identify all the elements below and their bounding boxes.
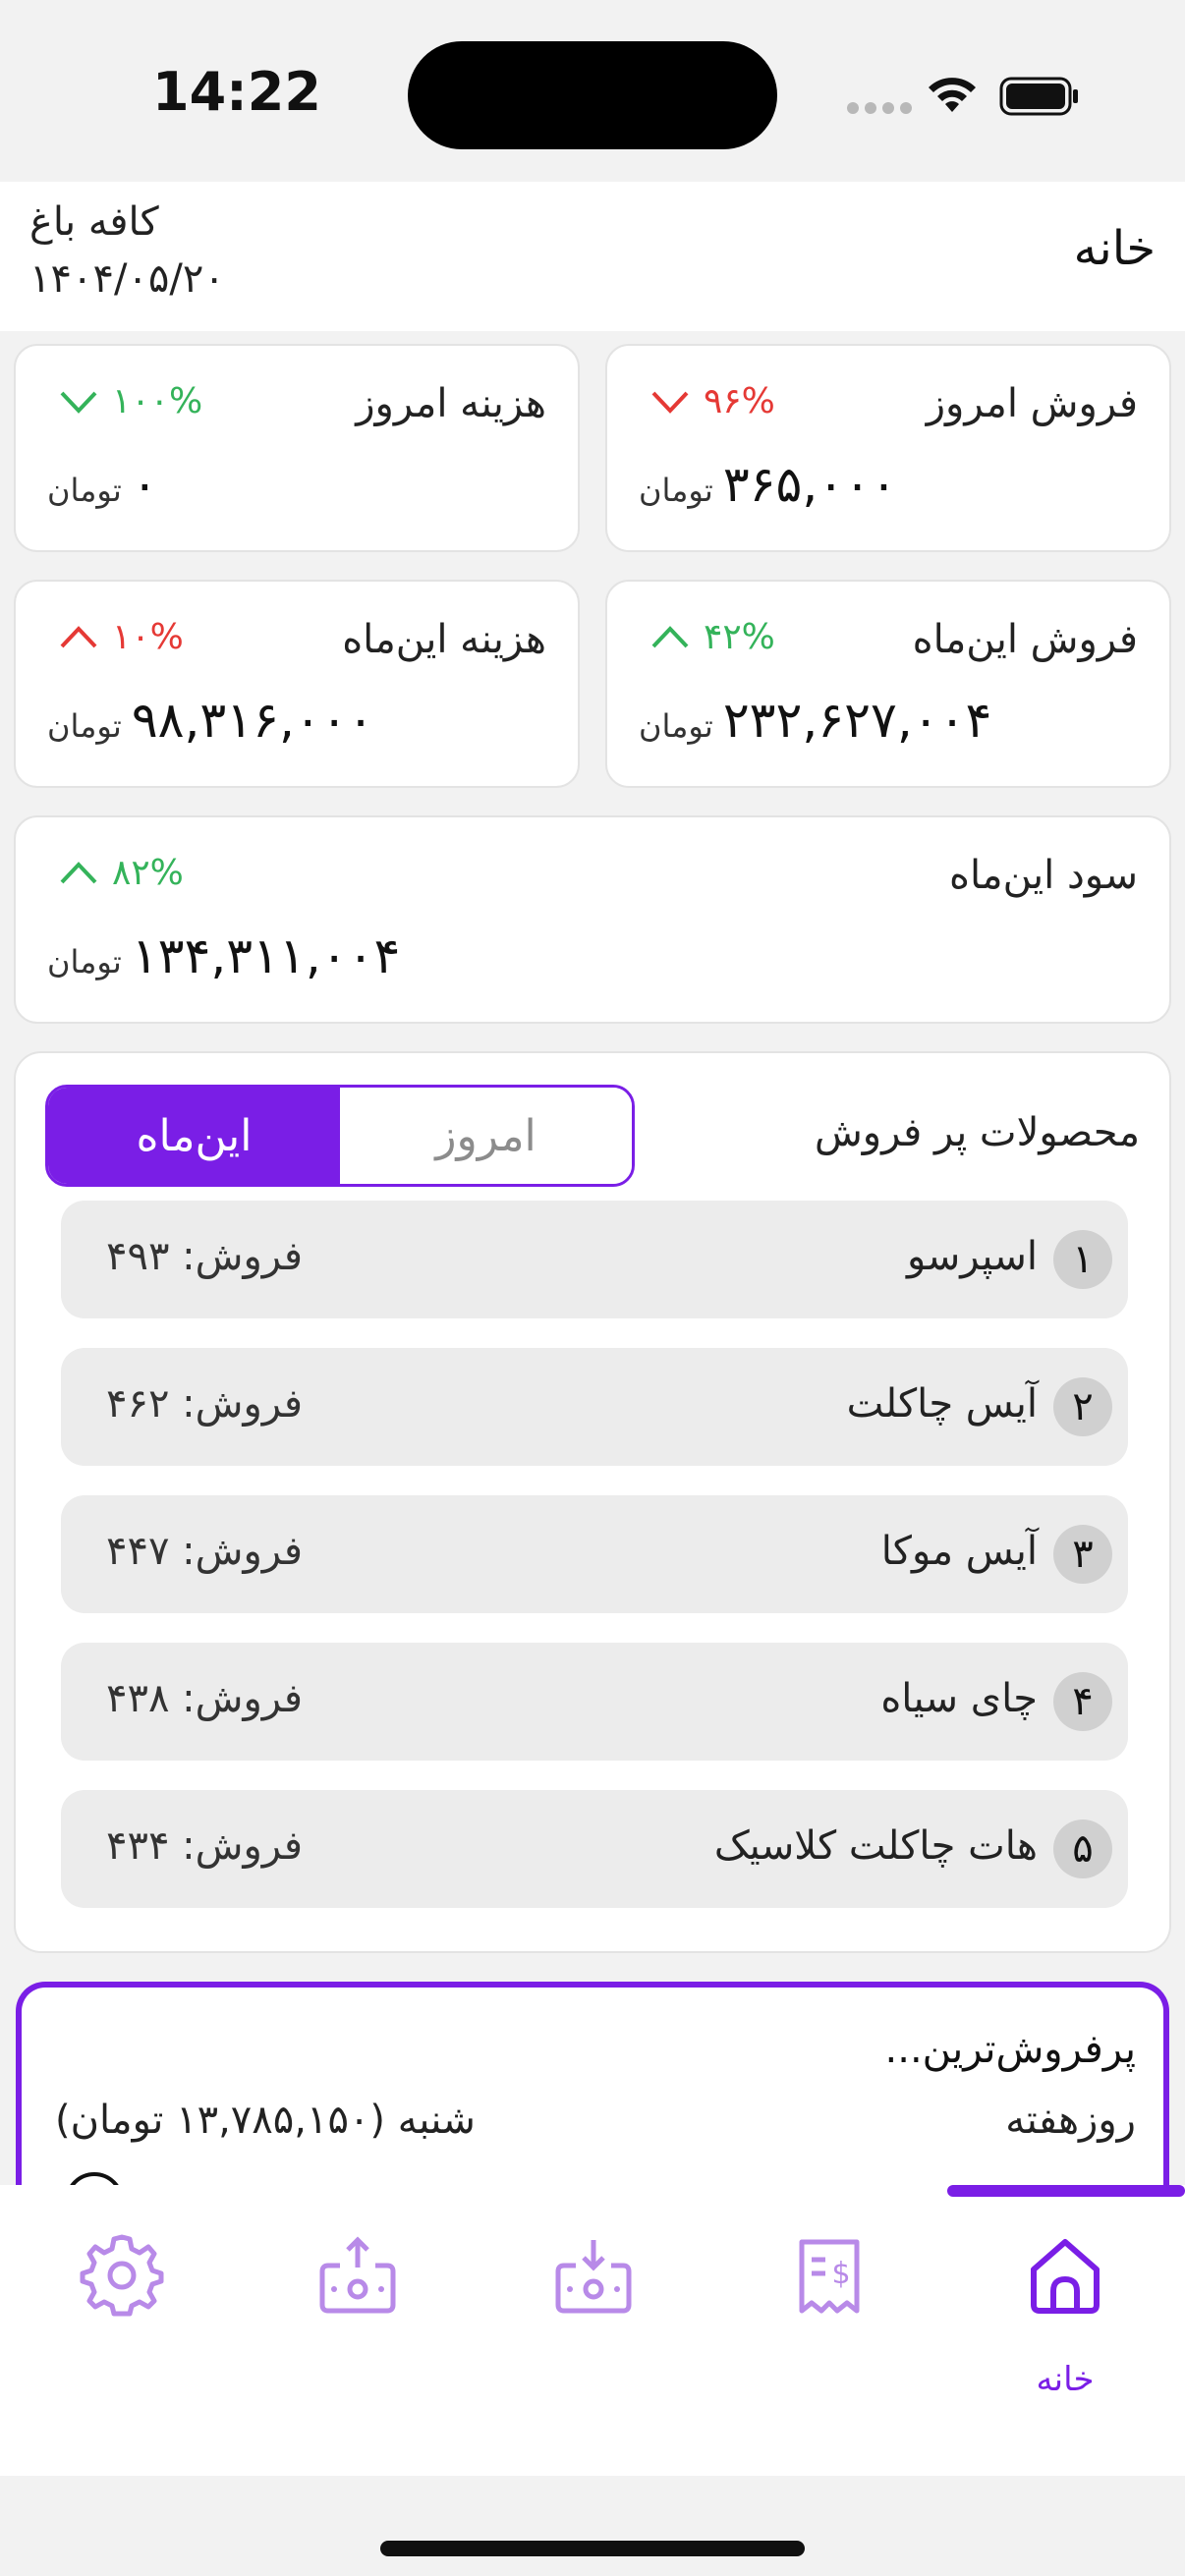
deposit-icon — [555, 2240, 632, 2314]
withdraw-icon — [319, 2236, 396, 2314]
profit-month-card[interactable]: سود این‌ماه ۸۲% تومان ۱۳۴,۳۱۱,۰۰۴ — [14, 815, 1171, 1024]
home-indicator[interactable] — [380, 2541, 805, 2556]
tab-deposit[interactable] — [535, 2232, 652, 2380]
amount: ۲۳۲,۶۲۷,۰۰۴ — [722, 692, 992, 749]
product-sales: فروش: ۴۶۲ — [106, 1381, 303, 1427]
tab-this-month[interactable]: این‌ماه — [48, 1088, 340, 1184]
tab-withdraw[interactable] — [299, 2232, 417, 2380]
best-day-title: پرفروش‌ترین... — [884, 2027, 1136, 2072]
change-percent: ۴۲% — [704, 617, 775, 657]
chevron-up-icon — [651, 625, 689, 647]
status-bar: 14:22 — [0, 0, 1185, 182]
signal-dots-icon — [847, 102, 912, 114]
card-label: فروش این‌ماه — [912, 617, 1138, 662]
list-item[interactable]: ۱ اسپرسو فروش: ۴۹۳ — [61, 1201, 1128, 1318]
dynamic-island — [408, 41, 777, 149]
top-products-card: محصولات پر فروش این‌ماه امروز ۱ اسپرسو ف… — [14, 1051, 1171, 1953]
svg-text:$: $ — [831, 2257, 850, 2291]
header: خانه کافه باغ ۱۴۰۴/۰۵/۲۰ — [0, 182, 1185, 331]
list-item[interactable]: ۲ آیس چاکلت فروش: ۴۶۲ — [61, 1348, 1128, 1466]
product-name: آیس چاکلت — [846, 1381, 1038, 1427]
chevron-down-icon — [60, 391, 97, 414]
top-products-title: محصولات پر فروش — [814, 1110, 1140, 1155]
wifi-icon — [929, 78, 976, 112]
card-value: تومان ۰ — [47, 456, 158, 513]
amount: ۰ — [131, 456, 158, 513]
card-label: فروش امروز — [926, 381, 1138, 426]
tab-invoices[interactable]: $ — [770, 2232, 888, 2380]
change-indicator: ۱۰۰% — [59, 381, 202, 421]
change-percent: ۹۶% — [704, 381, 775, 421]
card-label: سود این‌ماه — [949, 853, 1138, 898]
product-name: آیس موکا — [880, 1529, 1038, 1574]
list-item[interactable]: ۳ آیس موکا فروش: ۴۴۷ — [61, 1495, 1128, 1613]
change-percent: ۱۰% — [112, 617, 184, 657]
page-title: خانه — [1073, 221, 1156, 276]
product-name: هات چاکلت کلاسیک — [713, 1823, 1038, 1869]
rank-badge: ۴ — [1053, 1672, 1112, 1731]
chevron-up-icon — [60, 625, 97, 647]
card-value: تومان ۹۸,۳۱۶,۰۰۰ — [47, 692, 373, 749]
product-sales: فروش: ۴۳۴ — [106, 1823, 303, 1869]
currency-unit: تومان — [47, 472, 122, 509]
currency-unit: تومان — [639, 472, 713, 509]
sales-month-card[interactable]: فروش این‌ماه ۴۲% تومان ۲۳۲,۶۲۷,۰۰۴ — [605, 580, 1171, 788]
change-indicator: ۸۲% — [59, 853, 184, 893]
card-value: تومان ۱۳۴,۳۱۱,۰۰۴ — [47, 927, 400, 984]
card-label: هزینه این‌ماه — [342, 617, 546, 662]
card-value: تومان ۳۶۵,۰۰۰ — [639, 456, 897, 513]
currency-unit: تومان — [47, 707, 122, 745]
active-tab-indicator — [947, 2185, 1185, 2197]
list-item[interactable]: ۴ چای سیاه فروش: ۴۳۸ — [61, 1643, 1128, 1761]
chevron-down-icon — [651, 391, 689, 414]
rank-badge: ۵ — [1053, 1820, 1112, 1878]
bottom-tab-bar: خانه $ — [0, 2185, 1185, 2476]
battery-icon — [999, 77, 1078, 116]
settings-icon — [80, 2234, 164, 2317]
change-indicator: ۹۶% — [650, 381, 775, 421]
status-time: 14:22 — [152, 61, 321, 123]
best-day-value: شنبه (۱۳,۷۸۵,۱۵۰ تومان) — [55, 2098, 476, 2143]
product-sales: فروش: ۴۴۷ — [106, 1529, 303, 1574]
rank-badge: ۳ — [1053, 1525, 1112, 1584]
tab-today[interactable]: امروز — [340, 1088, 632, 1184]
rank-badge: ۱ — [1053, 1230, 1112, 1289]
card-label: هزینه امروز — [356, 381, 546, 426]
product-name: چای سیاه — [880, 1676, 1038, 1721]
tab-home[interactable]: خانه — [1006, 2232, 1124, 2399]
change-indicator: ۱۰% — [59, 617, 184, 657]
amount: ۳۶۵,۰۰۰ — [722, 456, 897, 513]
cost-today-card[interactable]: هزینه امروز ۱۰۰% تومان ۰ — [14, 344, 580, 552]
cost-month-card[interactable]: هزینه این‌ماه ۱۰% تومان ۹۸,۳۱۶,۰۰۰ — [14, 580, 580, 788]
product-sales: فروش: ۴۹۳ — [106, 1234, 303, 1279]
period-segmented-control: این‌ماه امروز — [45, 1085, 635, 1187]
header-date: ۱۴۰۴/۰۵/۲۰ — [29, 256, 225, 302]
home-icon — [1031, 2239, 1100, 2314]
chevron-up-icon — [60, 861, 97, 883]
home-indicator-area — [0, 2476, 1185, 2576]
tab-settings[interactable] — [63, 2232, 181, 2380]
change-indicator: ۴۲% — [650, 617, 775, 657]
cafe-name: کافه باغ — [29, 199, 159, 245]
currency-unit: تومان — [47, 943, 122, 980]
amount: ۱۳۴,۳۱۱,۰۰۴ — [131, 927, 401, 984]
currency-unit: تومان — [639, 707, 713, 745]
card-value: تومان ۲۳۲,۶۲۷,۰۰۴ — [639, 692, 991, 749]
change-percent: ۸۲% — [112, 853, 184, 893]
sales-today-card[interactable]: فروش امروز ۹۶% تومان ۳۶۵,۰۰۰ — [605, 344, 1171, 552]
best-day-label: روزهفته — [1005, 2098, 1136, 2143]
tab-home-label: خانه — [1036, 2360, 1095, 2399]
product-name: اسپرسو — [907, 1234, 1038, 1279]
change-percent: ۱۰۰% — [112, 381, 203, 421]
list-item[interactable]: ۵ هات چاکلت کلاسیک فروش: ۴۳۴ — [61, 1790, 1128, 1908]
rank-badge: ۲ — [1053, 1377, 1112, 1436]
receipt-icon: $ — [799, 2239, 860, 2314]
product-sales: فروش: ۴۳۸ — [106, 1676, 303, 1721]
amount: ۹۸,۳۱۶,۰۰۰ — [131, 692, 374, 749]
